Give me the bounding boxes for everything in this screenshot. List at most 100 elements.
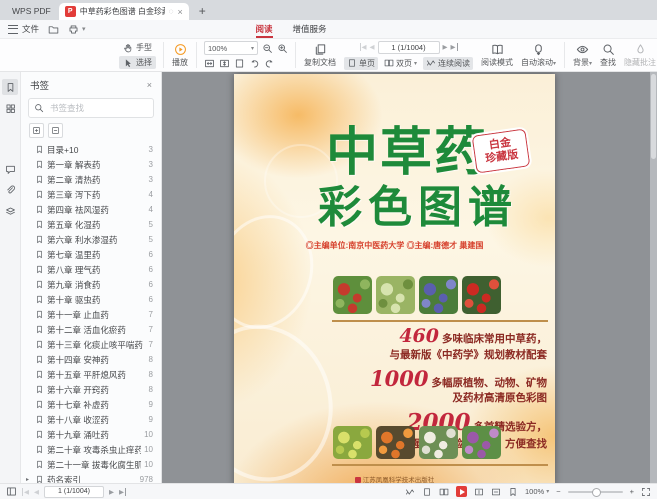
play-button[interactable]: 播放 <box>168 42 192 69</box>
fit-width-button[interactable] <box>204 58 215 69</box>
bookmark-item[interactable]: ▸ 第十七章 补虚药 9 <box>21 397 161 412</box>
bookmark-item[interactable]: ▸ 目录+10 3 <box>21 142 161 157</box>
expand-all-button[interactable] <box>29 123 44 138</box>
hand-tool-button[interactable]: 手型 <box>119 41 156 54</box>
bookmark-item[interactable]: ▸ 第五章 化湿药 5 <box>21 217 161 232</box>
bookmark-expand-icon[interactable]: ▸ <box>26 476 32 483</box>
fit-page-button[interactable] <box>219 58 230 69</box>
bookmark-item[interactable]: ▸ 第一章 解表药 3 <box>21 157 161 172</box>
bookmark-item[interactable]: ▸ 第二十章 攻毒杀虫止痒药 10 <box>21 442 161 457</box>
background-button[interactable]: 背景▾ <box>569 42 596 69</box>
hamburger-icon[interactable] <box>8 25 18 34</box>
tab-value-services[interactable]: 增值服务 <box>291 20 329 38</box>
zoom-select[interactable]: 100% ▾ <box>204 41 258 55</box>
bookmarks-panel-button[interactable] <box>2 79 18 95</box>
page-number-input[interactable] <box>378 41 440 54</box>
layers-panel-button[interactable] <box>2 203 18 219</box>
find-button[interactable]: 查找 <box>596 42 620 69</box>
first-page-button[interactable]: ◀ <box>360 43 367 51</box>
bookmark-label: 第一章 解表药 <box>47 159 146 171</box>
single-page-button[interactable]: 单页 <box>344 57 378 70</box>
vertical-scrollbar[interactable] <box>650 72 657 483</box>
bookmark-item[interactable]: ▸ 第十章 驱虫药 6 <box>21 292 161 307</box>
comments-panel-button[interactable] <box>2 161 18 177</box>
continuous-read-button[interactable] <box>405 487 415 497</box>
tab-read[interactable]: 阅读 <box>254 20 275 38</box>
fullscreen-button[interactable] <box>641 487 651 497</box>
collapse-all-button[interactable] <box>48 123 63 138</box>
bookmark-item[interactable]: ▸ 第十三章 化痰止咳平喘药 7 <box>21 337 161 352</box>
next-page-button[interactable]: ▶ <box>443 43 448 51</box>
bookmark-icon <box>35 220 44 229</box>
app-menu-button[interactable]: WPS PDF <box>4 6 59 20</box>
bookmark-item[interactable]: ▸ 第十八章 收涩药 9 <box>21 412 161 427</box>
last-page-button[interactable]: ▶ <box>119 488 126 496</box>
read-mode-button[interactable]: 阅读模式 <box>477 42 517 69</box>
single-page-button[interactable] <box>422 487 432 497</box>
bookmark-item[interactable]: ▸ 第十六章 开窍药 8 <box>21 382 161 397</box>
document-tab[interactable]: P 中草药彩色图谱 白金珍藏版... ◌ × <box>59 3 189 20</box>
bookmark-item[interactable]: ▸ 第十九章 涌吐药 10 <box>21 427 161 442</box>
cover-title-line2: 彩色图谱 <box>318 171 518 235</box>
bookmark-page: 5 <box>149 220 153 229</box>
page-number-input[interactable] <box>44 486 104 498</box>
open-folder-icon[interactable] <box>48 24 59 35</box>
scrollbar-thumb[interactable] <box>651 74 656 159</box>
sidebar-toggle-button[interactable] <box>6 486 17 497</box>
green-buds-photo <box>376 276 415 314</box>
first-page-button[interactable]: ◀ <box>22 488 29 496</box>
bookmark-item[interactable]: ▸ 第十四章 安神药 8 <box>21 352 161 367</box>
play-button[interactable] <box>456 486 467 497</box>
new-tab-button[interactable]: + <box>199 4 206 18</box>
bookmark-item[interactable]: ▸ 第十一章 止血药 7 <box>21 307 161 322</box>
hide-annotations-button[interactable]: 隐藏批注 <box>620 42 657 69</box>
bookmark-label: 第九章 消食药 <box>47 279 146 291</box>
zoom-out-button[interactable] <box>262 43 273 54</box>
bookmark-item[interactable]: ▸ 第七章 温里药 6 <box>21 247 161 262</box>
bookmark-item[interactable]: ▸ 药名索引 978 <box>21 472 161 483</box>
bookmark-item[interactable]: ▸ 第四章 祛风湿药 4 <box>21 202 161 217</box>
attachments-panel-button[interactable] <box>2 182 18 198</box>
zoom-select[interactable]: 100% ▾ <box>525 487 549 496</box>
rotate-left-button[interactable] <box>249 58 260 69</box>
zoom-slider[interactable] <box>568 491 623 493</box>
bookmark-item[interactable]: ▸ 第八章 理气药 6 <box>21 262 161 277</box>
actual-size-button[interactable] <box>234 58 245 69</box>
copy-document-button[interactable]: 复制文档 <box>300 42 340 69</box>
menu-caret-icon[interactable]: ▾ <box>82 25 86 33</box>
zoom-out-button[interactable]: − <box>556 487 560 496</box>
next-page-button[interactable]: ▶ <box>109 488 114 496</box>
zoom-value: 100% <box>208 44 227 53</box>
panel-close-icon[interactable]: × <box>147 80 152 90</box>
tab-close-icon[interactable]: × <box>177 7 182 17</box>
bookmark-item[interactable]: ▸ 第十五章 平肝熄风药 8 <box>21 367 161 382</box>
fit-page-button[interactable] <box>474 487 484 497</box>
double-page-button[interactable]: 双页 ▾ <box>381 57 420 70</box>
print-icon[interactable] <box>68 24 79 35</box>
double-page-button[interactable] <box>439 487 449 497</box>
zoom-slider-thumb[interactable] <box>592 488 601 497</box>
bookmark-item[interactable]: ▸ 第二章 清热药 3 <box>21 172 161 187</box>
bookmark-item[interactable]: ▸ 第九章 消食药 6 <box>21 277 161 292</box>
bookmark-search-input[interactable] <box>48 102 148 114</box>
bookmark-item[interactable]: ▸ 第十二章 活血化瘀药 7 <box>21 322 161 337</box>
bookmark-current-button[interactable] <box>508 487 518 497</box>
prev-page-button[interactable]: ◀ <box>370 43 375 51</box>
rotate-right-button[interactable] <box>264 58 275 69</box>
file-menu[interactable]: 文件 <box>22 23 39 35</box>
bookmark-item[interactable]: ▸ 第三章 泻下药 4 <box>21 187 161 202</box>
prev-page-button[interactable]: ◀ <box>34 488 39 496</box>
bookmark-search-box[interactable] <box>28 98 154 118</box>
thumbnails-panel-button[interactable] <box>2 100 18 116</box>
zoom-in-button[interactable] <box>277 43 288 54</box>
auto-scroll-button[interactable]: 自动滚动▾ <box>517 42 560 69</box>
document-view[interactable]: 中草药 彩色图谱 白金 珍藏版 ◎主编单位:南京中医药大学 ◎主编:唐德才 巢建… <box>162 72 657 483</box>
zoom-in-button[interactable]: + <box>630 487 634 496</box>
select-tool-button[interactable]: 选择 <box>119 56 156 69</box>
single-page-icon <box>347 58 357 68</box>
continuous-read-button[interactable]: 连续阅读 <box>423 57 473 70</box>
bookmark-item[interactable]: ▸ 第六章 利水渗湿药 5 <box>21 232 161 247</box>
fit-width-button[interactable] <box>491 487 501 497</box>
bookmark-item[interactable]: ▸ 第二十一章 拔毒化腐生肌药 10 <box>21 457 161 472</box>
last-page-button[interactable]: ▶ <box>451 43 458 51</box>
